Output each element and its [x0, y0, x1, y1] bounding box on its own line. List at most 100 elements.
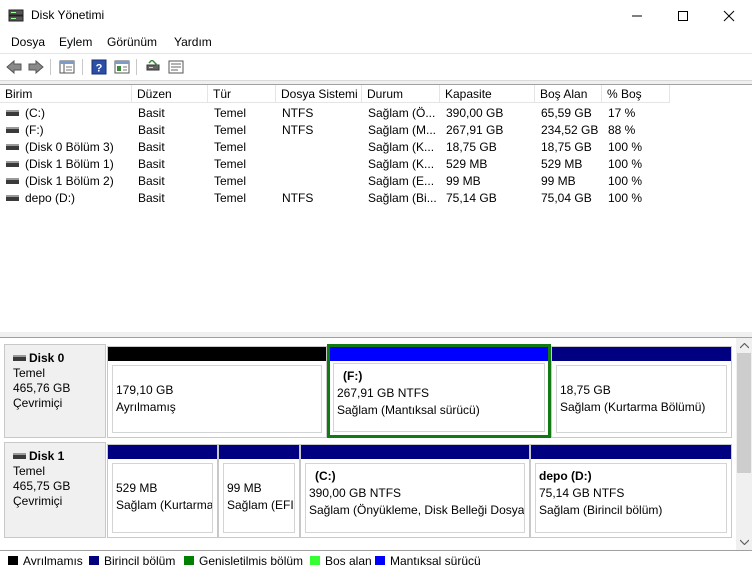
partition-color-bar	[531, 445, 731, 459]
column-header-bos-alan[interactable]: Boş Alan	[535, 85, 602, 103]
partition-status: Sağlam (Kurtarma Bölümü)	[560, 400, 706, 414]
volume-name: (Disk 1 Bölüm 1)	[25, 157, 114, 171]
menu-yardim[interactable]: Yardım	[174, 35, 212, 49]
partition-title	[560, 370, 726, 382]
scroll-down-button[interactable]	[736, 534, 752, 550]
minimize-button[interactable]	[614, 0, 660, 31]
forward-arrow-icon	[28, 60, 44, 74]
volume-capacity: 75,14 GB	[446, 191, 497, 205]
volume-name: (Disk 1 Bölüm 2)	[25, 174, 114, 188]
partition-color-bar	[330, 347, 548, 361]
volume-free: 234,52 GB	[541, 123, 599, 137]
back-button[interactable]	[5, 58, 23, 76]
console-tree-icon	[59, 60, 75, 74]
legend-label: Boş alan	[325, 554, 372, 565]
volume-free: 529 MB	[541, 157, 583, 171]
volume-layout: Basit	[138, 157, 165, 171]
toolbar-separator	[82, 59, 83, 75]
column-header-duzen[interactable]: Düzen	[132, 85, 208, 103]
column-header-dosya-sistemi[interactable]: Dosya Sistemi	[276, 85, 362, 103]
column-header-yuzde-bos[interactable]: % Boş	[602, 85, 670, 103]
minimize-icon	[632, 15, 642, 16]
partition-size: 18,75 GB	[560, 383, 611, 397]
disk-state: Çevrimiçi	[13, 396, 63, 410]
column-header-kapasite[interactable]: Kapasite	[440, 85, 535, 103]
volume-status: Sağlam (K...	[368, 157, 435, 171]
toolbar-separator	[136, 59, 137, 75]
volume-filesystem	[282, 173, 360, 190]
volume-list: Birim Düzen Tür Dosya Sistemi Durum Kapa…	[0, 84, 752, 332]
show-hide-console-tree-button[interactable]	[58, 58, 76, 76]
disk-type: Temel	[13, 366, 46, 380]
action-pane-icon	[114, 60, 130, 74]
partition-title	[116, 370, 321, 382]
volume-filesystem	[282, 156, 360, 173]
volume-status: Sağlam (K...	[368, 140, 435, 154]
partition-disk1-efi[interactable]: 99 MB Sağlam (EFI S	[218, 444, 300, 538]
show-action-pane-button[interactable]	[113, 58, 131, 76]
close-icon	[723, 10, 735, 21]
partition-disk0-recovery[interactable]: 18,75 GB Sağlam (Kurtarma Bölümü)	[551, 346, 732, 438]
scroll-up-button[interactable]	[736, 338, 752, 354]
column-header-tur[interactable]: Tür	[208, 85, 276, 103]
partition-title: depo (D:)	[539, 469, 592, 483]
partition-title: (C:)	[315, 469, 336, 483]
window-title: Disk Yönetimi	[31, 8, 105, 22]
partition-disk0-f-drive[interactable]: (F:) 267,91 GB NTFS Sağlam (Mantıksal sü…	[327, 344, 551, 438]
volume-free: 18,75 GB	[541, 140, 592, 154]
table-row[interactable]: (Disk 1 Bölüm 2) Basit Temel Sağlam (E..…	[0, 173, 752, 190]
disk-type: Temel	[13, 464, 46, 478]
partition-disk1-recovery[interactable]: 529 MB Sağlam (Kurtarma	[107, 444, 218, 538]
volume-name: (C:)	[25, 106, 45, 120]
disk-name: Disk 0	[29, 351, 65, 365]
partition-disk1-d-drive[interactable]: depo (D:) 75,14 GB NTFS Sağlam (Birincil…	[530, 444, 732, 538]
partition-color-bar	[108, 347, 326, 361]
properties-button[interactable]	[167, 58, 185, 76]
legend-item-unallocated: Ayrılmamış	[8, 554, 83, 565]
close-button[interactable]	[706, 0, 752, 31]
volume-free: 75,04 GB	[541, 191, 592, 205]
volume-filesystem: NTFS	[282, 191, 314, 205]
volume-layout: Basit	[138, 106, 165, 120]
chevron-up-icon	[739, 343, 749, 349]
disk-1-info[interactable]: Disk 1 Temel 465,75 GB Çevrimiçi	[4, 442, 106, 538]
legend-item-logical: Mantıksal sürücü	[375, 554, 481, 565]
table-row[interactable]: (Disk 0 Bölüm 3) Basit Temel Sağlam (K..…	[0, 139, 752, 156]
volume-type: Temel	[214, 106, 247, 120]
volume-capacity: 529 MB	[446, 157, 488, 171]
volume-filesystem: NTFS	[282, 106, 314, 120]
forward-button[interactable]	[27, 58, 45, 76]
partition-status: Ayrılmamış	[116, 400, 176, 414]
graph-vertical-scrollbar[interactable]	[736, 338, 752, 550]
back-arrow-icon	[6, 60, 22, 74]
connect-disk-button[interactable]	[144, 58, 162, 76]
table-row[interactable]: depo (D:) Basit Temel NTFS Sağlam (Bi...…	[0, 190, 752, 207]
menu-eylem[interactable]: Eylem	[59, 35, 92, 49]
disk-0-info[interactable]: Disk 0 Temel 465,76 GB Çevrimiçi	[4, 344, 106, 438]
disk-size: 465,76 GB	[13, 381, 71, 395]
partition-disk1-c-drive[interactable]: (C:) 390,00 GB NTFS Sağlam (Önyükleme, D…	[300, 444, 530, 538]
menu-gorunum[interactable]: Görünüm	[107, 35, 157, 49]
legend-label: Birincil bölüm	[104, 554, 176, 565]
help-icon: ?	[91, 59, 107, 75]
partition-disk0-unallocated[interactable]: 179,10 GB Ayrılmamış	[107, 346, 327, 438]
legend-item-primary: Birincil bölüm	[89, 554, 175, 565]
disk-drive-icon	[13, 452, 26, 459]
table-row[interactable]: (F:) Basit Temel NTFS Sağlam (M... 267,9…	[0, 122, 752, 139]
scrollbar-thumb[interactable]	[737, 353, 751, 473]
table-row[interactable]: (C:) Basit Temel NTFS Sağlam (Ö... 390,0…	[0, 105, 752, 122]
legend-swatch	[8, 556, 18, 565]
column-header-birim[interactable]: Birim	[0, 85, 132, 103]
volume-percent-free: 100 %	[608, 174, 643, 188]
help-button[interactable]: ?	[90, 58, 108, 76]
volume-name: depo (D:)	[25, 191, 76, 205]
partition-size: 267,91 GB NTFS	[337, 386, 430, 400]
volume-filesystem: NTFS	[282, 123, 314, 137]
maximize-button[interactable]	[660, 0, 706, 31]
legend-swatch	[184, 556, 194, 565]
legend-item-extended: Genişletilmiş bölüm	[184, 554, 303, 565]
table-row[interactable]: (Disk 1 Bölüm 1) Basit Temel Sağlam (K..…	[0, 156, 752, 173]
properties-icon	[168, 60, 184, 74]
column-header-durum[interactable]: Durum	[362, 85, 440, 103]
menu-dosya[interactable]: Dosya	[11, 35, 45, 49]
